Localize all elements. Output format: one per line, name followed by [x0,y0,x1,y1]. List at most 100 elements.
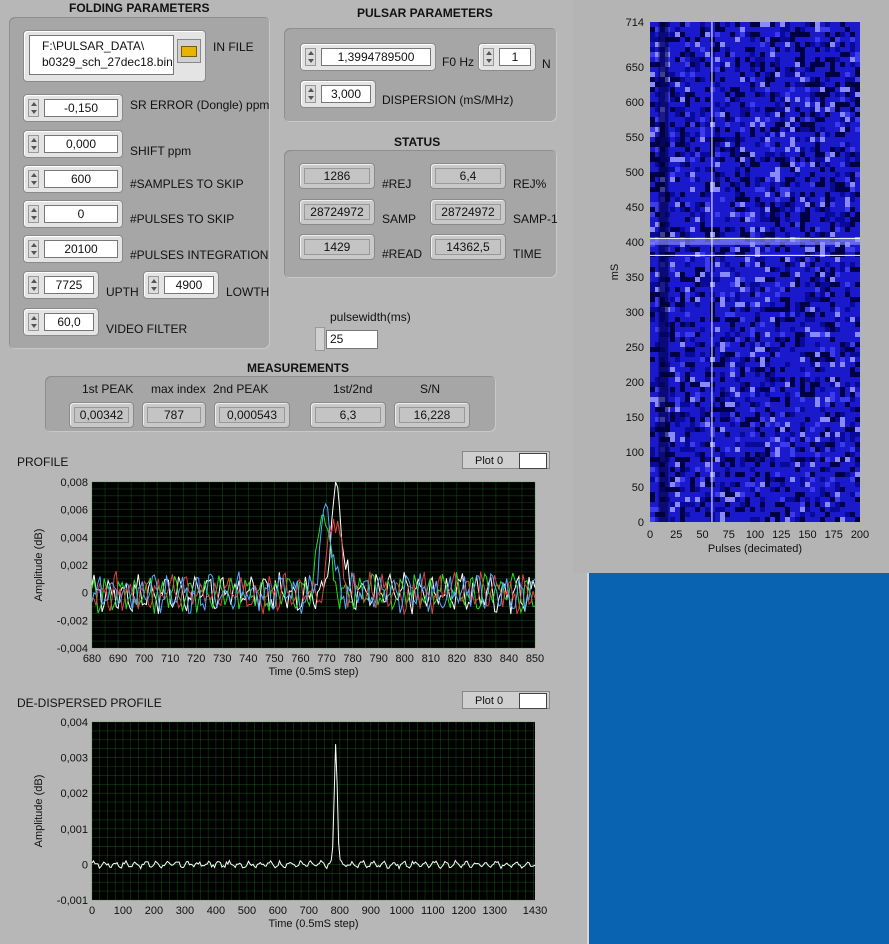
dispersion-input[interactable]: 3,000 [321,85,371,103]
heatmap-cell [765,407,770,412]
heatmap-cell [840,487,845,492]
n-input[interactable]: 1 [499,48,531,66]
heatmap-cell [840,22,845,27]
heatmap-cell [800,212,805,217]
heatmap-cell [725,342,730,347]
heatmap-cell [835,47,840,52]
y-tick-label: 0,006 [60,505,88,517]
heatmap-cell [765,37,770,42]
heatmap-cell [650,282,655,287]
heatmap-cell [760,22,765,27]
heatmap-cell [690,417,695,422]
y-tick-label: 450 [626,202,644,214]
heatmap-cell [780,37,785,42]
heatmap-cell [805,177,810,182]
heatmap-cell [705,137,710,142]
video-filter-control[interactable]: 60,0 [23,308,99,336]
upth-control[interactable]: 7725 [23,271,99,299]
dedispersed-plot-legend[interactable]: Plot 0 [462,691,550,709]
heatmap-cell [715,187,720,192]
f0-input[interactable]: 1,3994789500 [321,48,431,66]
samples-skip-spinner[interactable] [28,170,39,188]
heatmap-cell [710,77,715,82]
heatmap-cell [650,32,655,37]
heatmap-cell [730,337,735,342]
f0-control[interactable]: 1,3994789500 [300,43,436,71]
heatmap-cell [775,352,780,357]
second-peak-label: 2nd PEAK [213,382,269,396]
heatmap-cell [685,287,690,292]
shift-input[interactable]: 0,000 [44,135,118,153]
pulsewidth-input[interactable]: 25 [326,330,378,349]
heatmap-cell [850,262,855,267]
pulses-int-spinner[interactable] [28,240,39,258]
heatmap-cell [710,182,715,187]
heatmap-cell [650,187,655,192]
heatmap-cell [760,482,765,487]
heatmap-cell [650,37,655,42]
second-peak-indicator: 0,000543 [214,402,290,428]
heatmap-cell [720,402,725,407]
heatmap-cell [680,512,685,517]
samples-skip-input[interactable]: 600 [44,170,118,188]
sr-error-control[interactable]: -0,150 [23,94,123,122]
shift-spinner[interactable] [28,135,39,153]
browse-button[interactable] [177,39,201,63]
heatmap-cell [840,32,845,37]
x-axis-label: Time (0.5mS step) [268,918,358,930]
heatmap-cell [650,207,655,212]
heatmap-cell [760,257,765,262]
heatmap-cell [795,277,800,282]
lowth-input[interactable]: 4900 [164,276,214,294]
heatmap-cell [825,57,830,62]
heatmap-cell [705,207,710,212]
heatmap-cell [800,447,805,452]
heatmap-cell [835,132,840,137]
lowth-control[interactable]: 4900 [143,271,219,299]
heatmap-cell [700,282,705,287]
pulses-int-input[interactable]: 20100 [44,240,118,258]
pulsewidth-spinner[interactable] [315,327,325,351]
heatmap-cell [800,147,805,152]
pulses-skip-control[interactable]: 0 [23,200,123,228]
heatmap-cell [820,232,825,237]
dispersion-spinner[interactable] [305,85,316,103]
samples-skip-control[interactable]: 600 [23,165,123,193]
in-file-control[interactable]: F:\PULSAR_DATA\ b0329_sch_27dec18.bin [23,30,206,82]
heatmap-cell [810,512,815,517]
heatmap-cell [700,482,705,487]
heatmap-cell [785,402,790,407]
profile-plot-legend[interactable]: Plot 0 [462,451,550,469]
pulses-skip-input[interactable]: 0 [44,205,118,223]
file-path-field[interactable]: F:\PULSAR_DATA\ b0329_sch_27dec18.bin [29,35,174,75]
heatmap-cell [770,462,775,467]
heatmap-cell [695,217,700,222]
pulses-skip-spinner[interactable] [28,205,39,223]
heatmap-cell [750,467,755,472]
dispersion-control[interactable]: 3,000 [300,80,376,108]
heatmap-cell [835,107,840,112]
upth-spinner[interactable] [28,276,39,294]
n-control[interactable]: 1 [478,43,536,71]
heatmap-cell [715,82,720,87]
sr-error-spinner[interactable] [28,99,39,117]
sr-error-input[interactable]: -0,150 [44,99,118,117]
video-filter-input[interactable]: 60,0 [44,313,94,331]
shift-control[interactable]: 0,000 [23,130,123,158]
lowth-spinner[interactable] [148,276,159,294]
heatmap-cell [725,467,730,472]
heatmap-cell [675,27,680,32]
n-spinner[interactable] [483,48,494,66]
pulses-int-control[interactable]: 20100 [23,235,123,263]
heatmap-cell [750,442,755,447]
f0-spinner[interactable] [305,48,316,66]
heatmap-cell [855,322,860,327]
heatmap-cell [850,42,855,47]
heatmap-cell [810,247,815,252]
upth-input[interactable]: 7725 [44,276,94,294]
heatmap-cell [840,187,845,192]
video-filter-spinner[interactable] [28,313,39,331]
heatmap-cell [740,432,745,437]
heatmap-cell [820,347,825,352]
heatmap-cell [760,177,765,182]
